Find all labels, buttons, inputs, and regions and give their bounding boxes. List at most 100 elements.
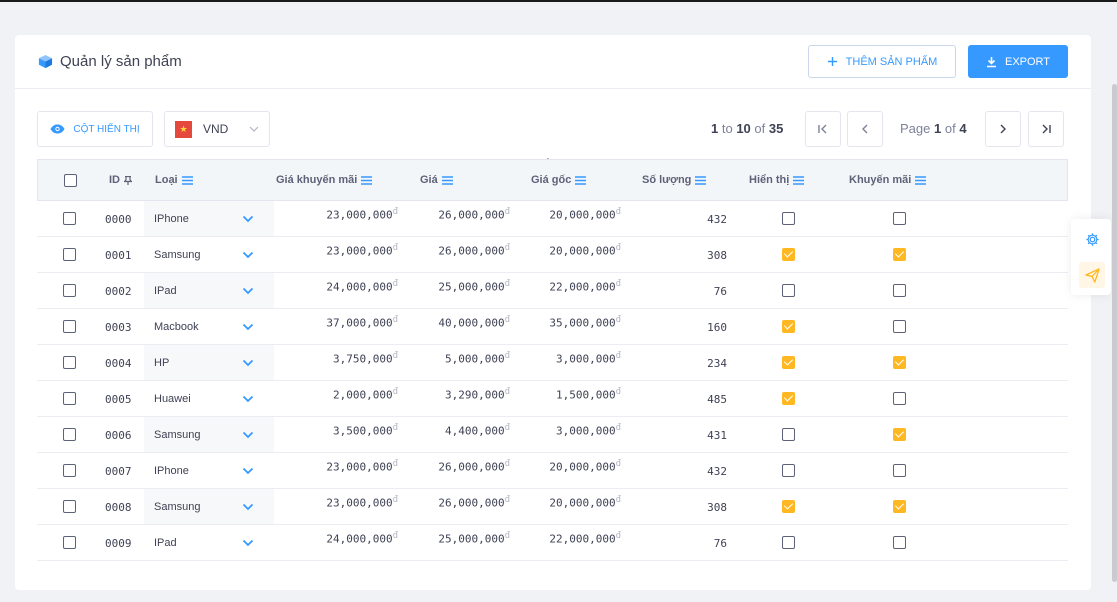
col-price-header[interactable]: Giá: [420, 174, 453, 186]
show-checkbox[interactable]: [782, 392, 795, 405]
row-select-checkbox[interactable]: [63, 320, 76, 333]
export-button[interactable]: EXPORT: [968, 45, 1068, 78]
row-select-checkbox[interactable]: [63, 464, 76, 477]
col-orig-header[interactable]: Giá gốc: [531, 174, 587, 186]
row-select-checkbox[interactable]: [63, 356, 76, 369]
chevron-down-icon[interactable]: [242, 467, 254, 475]
cell-orig-price: 22,000,000đ: [499, 531, 621, 546]
sale-checkbox[interactable]: [893, 284, 906, 297]
col-loai-header[interactable]: Loại: [155, 174, 193, 186]
chevron-down-icon[interactable]: [242, 251, 254, 259]
col-sale-header[interactable]: Khuyến mãi: [849, 174, 927, 186]
sale-checkbox[interactable]: [893, 248, 906, 261]
show-checkbox[interactable]: [782, 248, 795, 261]
table-row[interactable]: 0007 IPhone 23,000,000đ 26,000,000đ 20,0…: [37, 453, 1068, 489]
first-page-button[interactable]: [805, 111, 841, 147]
last-page-button[interactable]: [1028, 111, 1064, 147]
table-row[interactable]: 0002 IPad 24,000,000đ 25,000,000đ 22,000…: [37, 273, 1068, 309]
chevron-down-icon[interactable]: [242, 215, 254, 223]
show-checkbox[interactable]: [782, 284, 795, 297]
cell-orig-price: 20,000,000đ: [499, 495, 621, 510]
show-checkbox[interactable]: [782, 464, 795, 477]
page-scrollbar[interactable]: [1112, 84, 1117, 582]
chevron-down-icon[interactable]: [242, 287, 254, 295]
col-id-header[interactable]: ID: [109, 174, 132, 186]
currency-suffix: đ: [615, 207, 621, 217]
col-show-header[interactable]: Hiển thị: [749, 174, 805, 186]
currency-suffix: đ: [615, 315, 621, 325]
chevron-down-icon[interactable]: [242, 431, 254, 439]
row-select-checkbox[interactable]: [63, 284, 76, 297]
currency-suffix: đ: [615, 279, 621, 289]
row-select-checkbox[interactable]: [63, 536, 76, 549]
prev-page-button[interactable]: [847, 111, 883, 147]
cell-price: 4,400,000đ: [387, 423, 510, 438]
cell-promo-value: 23,000,000: [326, 496, 393, 510]
select-all-checkbox[interactable]: [64, 174, 77, 187]
show-checkbox[interactable]: [782, 320, 795, 333]
row-select-checkbox[interactable]: [63, 428, 76, 441]
col-qty-header[interactable]: Số lượng: [642, 174, 707, 186]
visible-columns-button[interactable]: CỘT HIỂN THỊ: [37, 111, 153, 147]
currency-select[interactable]: ★ VND: [164, 111, 270, 147]
sale-checkbox[interactable]: [893, 320, 906, 333]
table-row[interactable]: 0006 Samsung 3,500,000đ 4,400,000đ 3,000…: [37, 417, 1068, 453]
next-page-button[interactable]: [985, 111, 1021, 147]
chevron-down-icon[interactable]: [242, 359, 254, 367]
row-select-checkbox[interactable]: [63, 212, 76, 225]
sale-checkbox[interactable]: [893, 464, 906, 477]
cell-orig-value: 35,000,000: [549, 316, 616, 330]
chevron-down-icon[interactable]: [242, 503, 254, 511]
send-button[interactable]: [1079, 262, 1105, 288]
cell-promo-price: 24,000,000đ: [277, 279, 398, 294]
col-promo-header[interactable]: Giá khuyến mãi: [276, 174, 373, 186]
show-checkbox[interactable]: [782, 500, 795, 513]
sale-checkbox[interactable]: [893, 392, 906, 405]
row-select-checkbox[interactable]: [63, 500, 76, 513]
quick-actions-panel: [1071, 219, 1111, 295]
row-select-checkbox[interactable]: [63, 392, 76, 405]
cell-price: 26,000,000đ: [387, 495, 510, 510]
settings-button[interactable]: [1079, 226, 1105, 252]
table-row[interactable]: 0008 Samsung 23,000,000đ 26,000,000đ 20,…: [37, 489, 1068, 525]
table-row[interactable]: 0001 Samsung 23,000,000đ 26,000,000đ 20,…: [37, 237, 1068, 273]
gear-icon: [1085, 232, 1099, 246]
cell-price-value: 26,000,000: [438, 460, 505, 474]
cell-price-value: 25,000,000: [438, 280, 505, 294]
chevron-down-icon[interactable]: [242, 539, 254, 547]
menu-icon: [361, 175, 373, 185]
sale-checkbox[interactable]: [893, 536, 906, 549]
currency-suffix: đ: [615, 387, 621, 397]
cell-price-value: 26,000,000: [438, 244, 505, 258]
table-row[interactable]: 0004 HP 3,750,000đ 5,000,000đ 3,000,000đ…: [37, 345, 1068, 381]
table-row[interactable]: 0009 IPad 24,000,000đ 25,000,000đ 22,000…: [37, 525, 1068, 561]
table-row[interactable]: 0005 Huawei 2,000,000đ 3,290,000đ 1,500,…: [37, 381, 1068, 417]
show-checkbox[interactable]: [782, 536, 795, 549]
show-checkbox[interactable]: [782, 356, 795, 369]
show-checkbox[interactable]: [782, 428, 795, 441]
cell-promo-value: 3,500,000: [332, 424, 393, 438]
pagination-range: 1 to 10 of 35: [711, 121, 783, 136]
add-product-button[interactable]: THÊM SẢN PHẨM: [808, 45, 956, 78]
chevron-down-icon[interactable]: [242, 323, 254, 331]
row-select-checkbox[interactable]: [63, 248, 76, 261]
table-row[interactable]: 0003 Macbook 37,000,000đ 40,000,000đ 35,…: [37, 309, 1068, 345]
show-checkbox[interactable]: [782, 212, 795, 225]
currency-suffix: đ: [615, 531, 621, 541]
last-page-icon: [1042, 124, 1051, 134]
col-sale-label: Khuyến mãi: [849, 174, 912, 186]
add-product-label: THÊM SẢN PHẨM: [845, 55, 938, 68]
sale-checkbox[interactable]: [893, 500, 906, 513]
table-row[interactable]: 0000 IPhone 23,000,000đ 26,000,000đ 20,0…: [37, 201, 1068, 237]
sale-checkbox[interactable]: [893, 428, 906, 441]
currency-suffix: đ: [615, 351, 621, 361]
chevron-left-icon: [862, 124, 868, 134]
cell-price: 26,000,000đ: [387, 459, 510, 474]
chevron-down-icon[interactable]: [242, 395, 254, 403]
cell-price: 3,290,000đ: [387, 387, 510, 402]
menu-icon: [695, 175, 707, 185]
sale-checkbox[interactable]: [893, 212, 906, 225]
sale-checkbox[interactable]: [893, 356, 906, 369]
cell-loai: HP: [154, 357, 170, 369]
cell-orig-price: 20,000,000đ: [499, 459, 621, 474]
